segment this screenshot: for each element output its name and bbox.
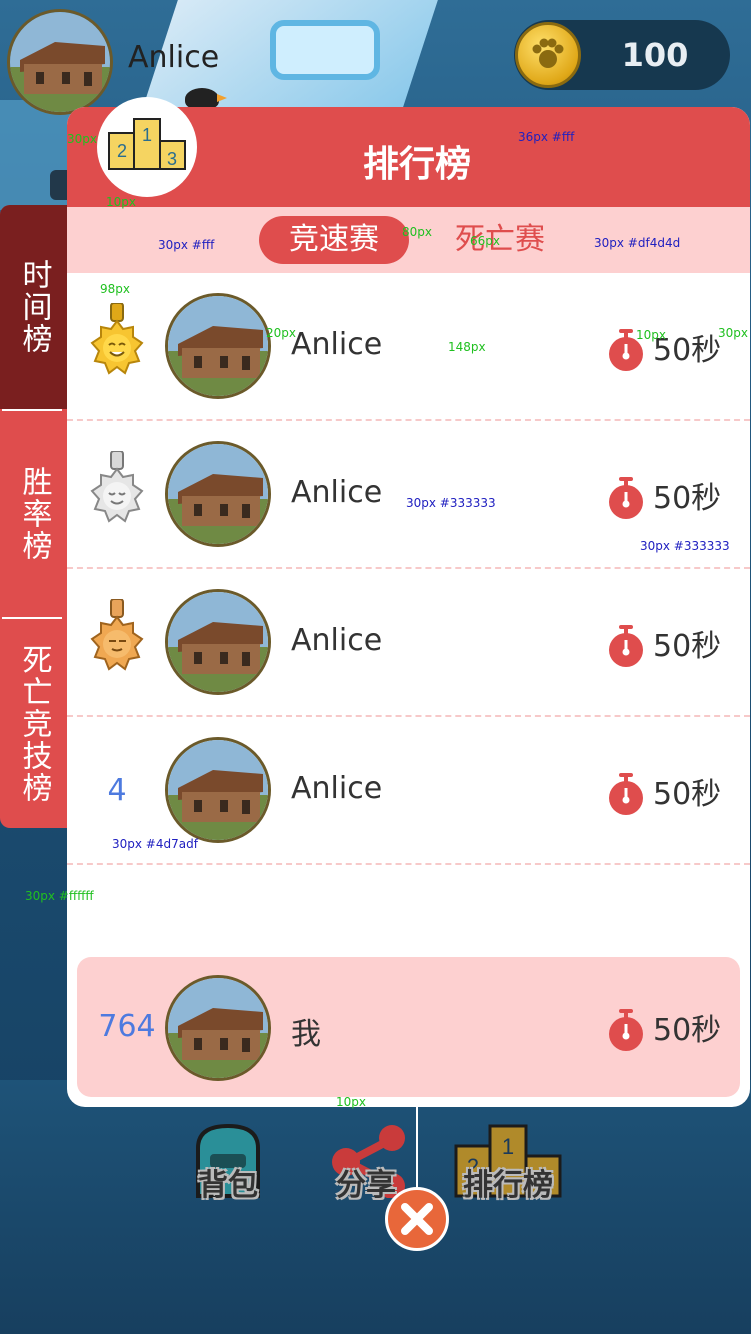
house-photo-icon [168,740,268,840]
stopwatch-icon [609,1009,643,1051]
nav-label: 排行榜 [463,1168,553,1203]
finish-time: 50秒 [653,777,722,812]
player-name: Anlice [291,623,383,658]
subtab-bar: 竞速赛 死亡赛 [67,207,750,273]
stopwatch-icon [609,477,643,519]
trophy-badge: 1 2 3 [97,97,197,197]
close-connector [416,1107,418,1195]
coin-value: 100 [621,36,689,74]
house-photo-icon [168,978,268,1078]
rank-number: 4 [107,772,127,808]
svg-text:3: 3 [167,149,177,169]
side-tab-death-arena[interactable]: 死亡竞技榜 [0,619,67,828]
house-photo-icon [10,12,110,112]
subtab-death-match[interactable]: 死亡赛 [455,216,545,264]
svg-text:1: 1 [142,125,152,145]
table-row: Anlice 50秒 [67,569,750,717]
side-tab-label: 时间榜 [16,259,52,355]
stopwatch-icon [609,329,643,371]
my-rank-row: 764 我 50秒 [77,957,740,1097]
podium-icon: 1 2 3 [108,118,186,170]
avatar [165,589,271,695]
close-icon [401,1203,433,1235]
side-tab-label: 胜率榜 [16,466,52,562]
house-photo-icon [168,592,268,692]
nav-backpack[interactable]: 背包 [168,1118,288,1218]
my-name: 我 [291,1017,321,1052]
avatar [165,737,271,843]
bronze-medal-icon [87,599,147,685]
player-name: Anlice [291,475,383,510]
gold-medal-icon [87,303,147,389]
my-rank-number: 764 [98,1009,156,1044]
finish-time: 50秒 [653,481,722,516]
svg-text:2: 2 [117,141,127,161]
iceberg-decor [270,20,380,80]
leaderboard-list: Anlice 50秒 Anlice 50秒 Anlice 50秒 4 Anlic… [67,273,750,865]
table-row: Anlice 50秒 [67,273,750,421]
my-finish-time: 50秒 [653,1013,722,1048]
rank-slot: 4 [87,747,147,833]
side-tab-time[interactable]: 时间榜 [0,205,67,409]
table-row: Anlice 50秒 [67,421,750,569]
house-photo-icon [168,444,268,544]
close-button[interactable] [385,1187,449,1251]
nav-leaderboard[interactable]: 1 2 排行榜 [448,1118,568,1218]
avatar [165,441,271,547]
subtab-race[interactable]: 竞速赛 [259,216,409,264]
stopwatch-icon [609,625,643,667]
side-tabs: 时间榜 胜率榜 死亡竞技榜 [0,205,67,828]
side-tab-win-rate[interactable]: 胜率榜 [0,411,67,617]
house-photo-icon [168,296,268,396]
silver-medal-icon [87,451,147,537]
finish-time: 50秒 [653,629,722,664]
player-name: Anlice [291,327,383,362]
table-row: 4 Anlice 50秒 [67,717,750,865]
avatar [165,975,271,1081]
avatar [165,293,271,399]
player-name: Anlice [291,771,383,806]
username-label: Anlice [128,40,220,75]
paw-icon [532,38,564,68]
coin-icon [515,22,581,88]
finish-time: 50秒 [653,333,722,368]
side-tab-label: 死亡竞技榜 [16,643,52,804]
nav-label: 背包 [198,1168,258,1203]
svg-text:1: 1 [502,1134,514,1159]
leaderboard-panel: 排行榜 竞速赛 死亡赛 Anlice 50秒 Anlice 50秒 Anlice… [67,107,750,1107]
stopwatch-icon [609,773,643,815]
